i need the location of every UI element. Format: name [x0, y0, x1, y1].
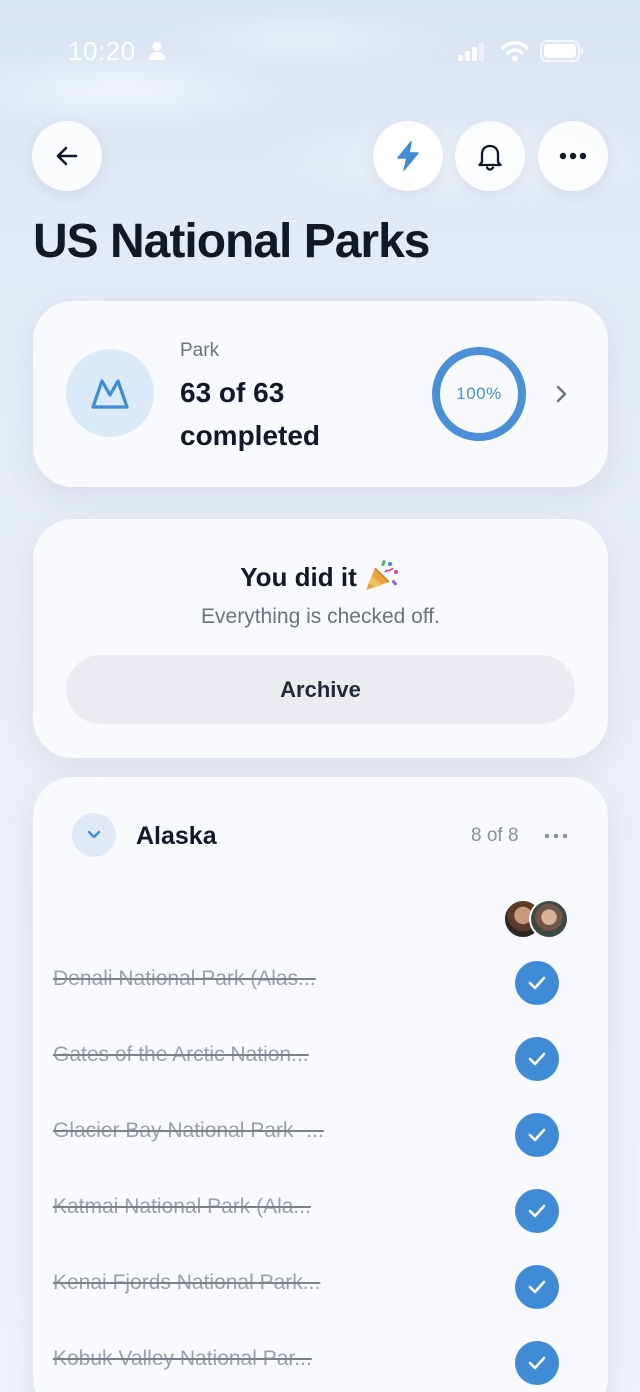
- checkmark-icon: [528, 1204, 546, 1218]
- completed-checkbox[interactable]: [515, 1265, 559, 1309]
- checkmark-icon: [528, 976, 546, 990]
- list-item[interactable]: Kenai Fjords National Park...: [33, 1249, 608, 1325]
- park-name: Kenai Fjords National Park...: [53, 1271, 321, 1294]
- party-popper-icon: [365, 560, 398, 590]
- status-bar: 10:20: [0, 0, 640, 104]
- park-name: Kobuk Valley National Par...: [53, 1347, 312, 1370]
- completion-subtitle: Everything is checked off.: [201, 605, 440, 628]
- completed-checkbox[interactable]: [515, 1037, 559, 1081]
- completed-checkbox[interactable]: [515, 961, 559, 1005]
- collaborator-avatars[interactable]: [503, 899, 571, 941]
- arrow-left-icon: [56, 146, 78, 166]
- list-item[interactable]: Kobuk Valley National Par...: [33, 1325, 608, 1392]
- signal-icon: [458, 43, 484, 61]
- avatar: [529, 899, 569, 939]
- back-button[interactable]: [32, 121, 102, 191]
- section-card-alaska: Alaska 8 of 8 Denali National Park (Alas…: [33, 777, 608, 1392]
- page-title: US National Parks: [33, 215, 430, 268]
- list-item[interactable]: Glacier Bay National Park -...: [33, 1097, 608, 1173]
- archive-button[interactable]: Archive: [66, 655, 575, 724]
- progress-percent: 100%: [456, 384, 502, 403]
- completed-checkbox[interactable]: [515, 1113, 559, 1157]
- status-time: 10:20: [68, 36, 136, 66]
- park-name: Gates of the Arctic Nation...: [53, 1043, 309, 1066]
- park-name: Katmai National Park (Ala...: [53, 1195, 311, 1218]
- list-item[interactable]: Gates of the Arctic Nation...: [33, 1021, 608, 1097]
- more-horizontal-icon: [559, 152, 587, 160]
- completion-title: You did it: [33, 558, 608, 593]
- section-title: Alaska: [136, 822, 217, 850]
- park-category-avatar: [66, 349, 154, 437]
- wifi-icon: [501, 41, 529, 62]
- section-count: 8 of 8: [471, 825, 519, 846]
- progress-card[interactable]: Park 63 of 63 completed 100%: [33, 301, 608, 487]
- section-more-icon[interactable]: [544, 832, 568, 840]
- completed-checkbox[interactable]: [515, 1189, 559, 1233]
- checkmark-icon: [528, 1280, 546, 1294]
- park-name: Denali National Park (Alas...: [53, 967, 316, 990]
- checkmark-icon: [528, 1356, 546, 1370]
- lightning-bolt-icon: [397, 141, 419, 171]
- bell-icon: [478, 144, 502, 171]
- list-item[interactable]: Denali National Park (Alas...: [33, 945, 608, 1021]
- notifications-button[interactable]: [455, 121, 525, 191]
- completion-card: You did it Everything is checked off. Ar…: [33, 519, 608, 758]
- checkmark-icon: [528, 1128, 546, 1142]
- completed-checkbox[interactable]: [515, 1341, 559, 1385]
- quick-actions-button[interactable]: [373, 121, 443, 191]
- mountain-icon: [91, 379, 129, 409]
- person-icon: [149, 42, 165, 60]
- collapse-section-button[interactable]: [72, 813, 116, 857]
- chevron-right-icon: [556, 385, 567, 403]
- park-name: Glacier Bay National Park -...: [53, 1119, 324, 1142]
- progress-label: Park: [180, 340, 220, 361]
- checkmark-icon: [528, 1052, 546, 1066]
- more-options-button[interactable]: [538, 121, 608, 191]
- list-item[interactable]: Katmai National Park (Ala...: [33, 1173, 608, 1249]
- progress-count: 63 of 63 completed: [180, 377, 321, 451]
- completion-title-text: You did it: [240, 562, 357, 592]
- chevron-down-icon: [87, 830, 101, 839]
- battery-icon: [540, 40, 583, 62]
